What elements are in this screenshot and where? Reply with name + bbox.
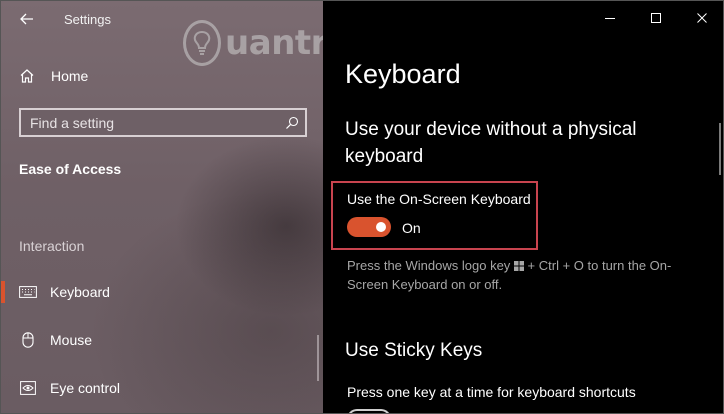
home-label: Home: [51, 68, 89, 84]
osk-description: Press the Windows logo key + Ctrl + O to…: [347, 257, 697, 294]
search-box[interactable]: [19, 108, 307, 137]
content-pane: Keyboard Use your device without a physi…: [323, 1, 723, 413]
content-scrollbar[interactable]: [719, 123, 721, 175]
osk-toggle-label: Use the On-Screen Keyboard: [347, 191, 531, 207]
toggle-state-text: On: [402, 220, 421, 236]
selection-indicator: [1, 281, 5, 303]
sidebar-item-keyboard[interactable]: Keyboard: [1, 275, 311, 309]
maximize-icon: [651, 13, 661, 23]
section-heading-physical-keyboard: Use your device without a physical keybo…: [345, 119, 637, 167]
minimize-button[interactable]: [587, 1, 633, 35]
sticky-keys-description: Press one key at a time for keyboard sho…: [347, 384, 636, 400]
search-input[interactable]: [21, 113, 279, 132]
windows-logo-icon: [513, 258, 524, 276]
sidebar-scrollbar[interactable]: [317, 335, 319, 381]
mouse-icon: [19, 332, 37, 348]
back-button[interactable]: [15, 9, 39, 29]
settings-window: Settings Home Ease of Access Interaction: [0, 0, 724, 414]
search-icon[interactable]: [279, 111, 305, 135]
close-icon: [697, 13, 707, 23]
category-title: Ease of Access: [19, 161, 122, 177]
sidebar-item-eye-control[interactable]: Eye control: [1, 371, 311, 405]
sidebar-item-label: Mouse: [50, 332, 93, 348]
eye-control-icon: [19, 380, 37, 396]
keyboard-icon: [19, 284, 37, 300]
app-title: Settings: [64, 12, 111, 27]
toggle-knob: [376, 222, 386, 232]
section-heading-sticky-keys: Use Sticky Keys: [345, 340, 483, 361]
on-screen-keyboard-toggle[interactable]: [347, 217, 391, 237]
page-title: Keyboard: [345, 59, 461, 89]
sticky-keys-toggle[interactable]: [347, 409, 391, 413]
maximize-button[interactable]: [633, 1, 679, 35]
description-text-start: Press the Windows logo key: [347, 258, 511, 273]
close-button[interactable]: [679, 1, 723, 35]
sidebar-item-mouse[interactable]: Mouse: [1, 323, 311, 357]
section-label-interaction: Interaction: [19, 238, 85, 254]
back-arrow-icon: [20, 13, 33, 25]
sidebar-item-label: Keyboard: [50, 284, 110, 300]
minimize-icon: [605, 18, 615, 19]
home-icon: [20, 69, 34, 83]
sidebar-item-label: Eye control: [50, 380, 121, 396]
lightbulb-icon: [183, 20, 222, 66]
window-controls: [587, 1, 723, 35]
